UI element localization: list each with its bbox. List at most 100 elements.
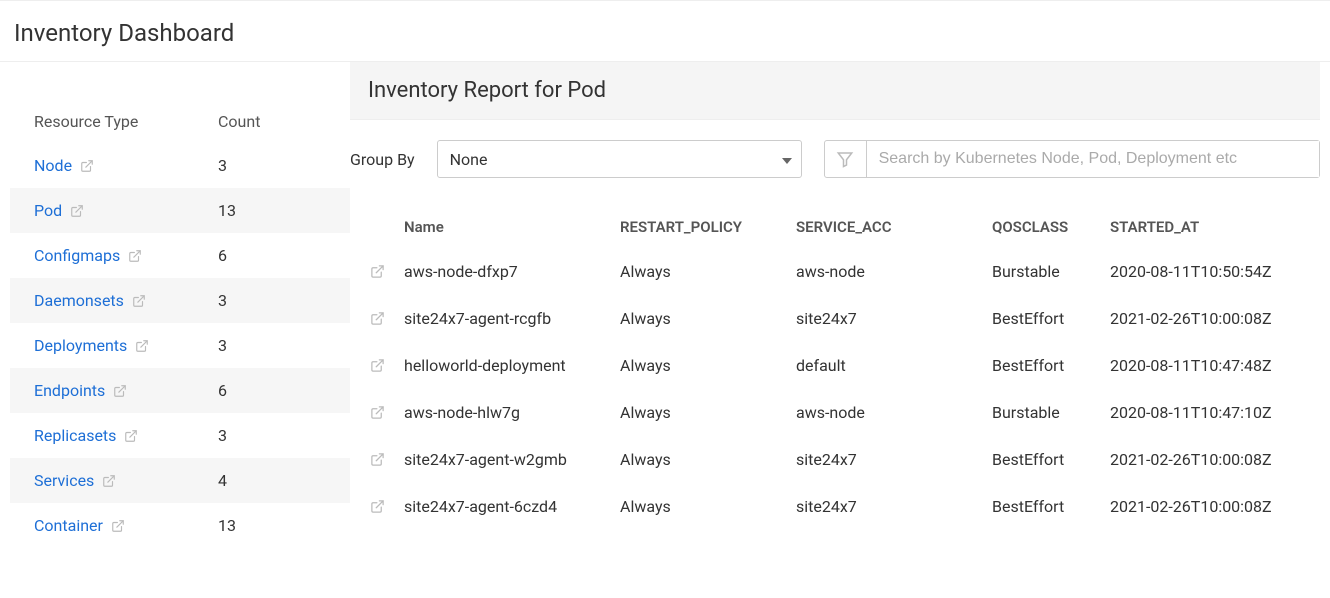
cell-started-at: 2020-08-11T10:50:54Z	[1110, 262, 1320, 281]
sidebar-item-count: 4	[218, 471, 338, 490]
cell-service-acc: site24x7	[796, 450, 992, 469]
cell-qosclass: BestEffort	[992, 356, 1110, 375]
cell-restart-policy: Always	[620, 403, 796, 422]
sidebar-item-configmaps[interactable]: Configmaps 6	[10, 233, 350, 278]
cell-name: aws-node-hlw7g	[404, 403, 620, 422]
col-restart-header[interactable]: RESTART_POLICY	[620, 218, 796, 236]
sidebar: Resource Type Count Node 3 Pod 13 Configmaps…	[10, 62, 350, 548]
sidebar-item-label: Configmaps	[34, 246, 120, 265]
external-link-icon[interactable]	[350, 264, 404, 279]
sidebar-item-count: 13	[218, 516, 338, 535]
external-link-icon	[135, 339, 149, 353]
sidebar-item-label: Replicasets	[34, 426, 116, 445]
sidebar-item-label: Services	[34, 471, 94, 490]
cell-service-acc: site24x7	[796, 497, 992, 516]
sidebar-header-count: Count	[218, 112, 338, 131]
sidebar-item-count: 3	[218, 156, 338, 175]
sidebar-item-label: Node	[34, 156, 72, 175]
external-link-icon	[113, 384, 127, 398]
cell-restart-policy: Always	[620, 497, 796, 516]
external-link-icon	[102, 474, 116, 488]
col-icon-header	[350, 218, 404, 236]
cell-service-acc: aws-node	[796, 403, 992, 422]
cell-qosclass: Burstable	[992, 403, 1110, 422]
sidebar-item-count: 3	[218, 426, 338, 445]
sidebar-item-replicasets[interactable]: Replicasets 3	[10, 413, 350, 458]
cell-qosclass: BestEffort	[992, 450, 1110, 469]
sidebar-item-services[interactable]: Services 4	[10, 458, 350, 503]
cell-name: site24x7-agent-rcgfb	[404, 309, 620, 328]
search-wrap	[824, 140, 1320, 178]
cell-name: aws-node-dfxp7	[404, 262, 620, 281]
cell-started-at: 2021-02-26T10:00:08Z	[1110, 497, 1320, 516]
main: Inventory Report for Pod Group By None	[350, 62, 1320, 548]
cell-qosclass: Burstable	[992, 262, 1110, 281]
external-link-icon	[124, 429, 138, 443]
col-service-header[interactable]: SERVICE_ACC	[796, 218, 992, 236]
group-by-label: Group By	[350, 150, 415, 169]
sidebar-item-label: Daemonsets	[34, 291, 124, 310]
cell-service-acc: aws-node	[796, 262, 992, 281]
filter-icon[interactable]	[825, 141, 867, 177]
sidebar-item-deployments[interactable]: Deployments 3	[10, 323, 350, 368]
external-link-icon[interactable]	[350, 499, 404, 514]
cell-restart-policy: Always	[620, 450, 796, 469]
cell-qosclass: BestEffort	[992, 309, 1110, 328]
cell-started-at: 2020-08-11T10:47:10Z	[1110, 403, 1320, 422]
page-title: Inventory Dashboard	[0, 0, 1330, 62]
cell-restart-policy: Always	[620, 262, 796, 281]
layout: Resource Type Count Node 3 Pod 13 Configmaps…	[0, 62, 1330, 548]
sidebar-header-type: Resource Type	[34, 112, 218, 131]
cell-name: site24x7-agent-w2gmb	[404, 450, 620, 469]
external-link-icon	[111, 519, 125, 533]
group-by-value: None	[450, 150, 488, 169]
cell-restart-policy: Always	[620, 309, 796, 328]
cell-restart-policy: Always	[620, 356, 796, 375]
cell-started-at: 2021-02-26T10:00:08Z	[1110, 309, 1320, 328]
table-row[interactable]: site24x7-agent-6czd4Alwayssite24x7BestEf…	[350, 483, 1320, 530]
sidebar-item-label: Pod	[34, 201, 62, 220]
group-by-select-wrap: None	[437, 140, 802, 178]
controls: Group By None	[350, 120, 1320, 178]
sidebar-item-count: 6	[218, 246, 338, 265]
sidebar-item-count: 6	[218, 381, 338, 400]
table: Name RESTART_POLICY SERVICE_ACC QOSCLASS…	[350, 206, 1320, 530]
search-input[interactable]	[867, 141, 1319, 177]
cell-service-acc: default	[796, 356, 992, 375]
sidebar-item-count: 13	[218, 201, 338, 220]
external-link-icon[interactable]	[350, 452, 404, 467]
table-row[interactable]: site24x7-agent-w2gmbAlwayssite24x7BestEf…	[350, 436, 1320, 483]
external-link-icon	[80, 159, 94, 173]
external-link-icon	[70, 204, 84, 218]
table-row[interactable]: helloworld-deploymentAlwaysdefaultBestEf…	[350, 342, 1320, 389]
sidebar-item-count: 3	[218, 336, 338, 355]
cell-name: helloworld-deployment	[404, 356, 620, 375]
sidebar-item-daemonsets[interactable]: Daemonsets 3	[10, 278, 350, 323]
cell-started-at: 2021-02-26T10:00:08Z	[1110, 450, 1320, 469]
col-qos-header[interactable]: QOSCLASS	[992, 218, 1110, 236]
table-row[interactable]: site24x7-agent-rcgfbAlwayssite24x7BestEf…	[350, 295, 1320, 342]
cell-service-acc: site24x7	[796, 309, 992, 328]
group-by-select[interactable]: None	[437, 140, 802, 178]
table-header: Name RESTART_POLICY SERVICE_ACC QOSCLASS…	[350, 206, 1320, 248]
sidebar-item-label: Container	[34, 516, 103, 535]
sidebar-item-pod[interactable]: Pod 13	[10, 188, 350, 233]
sidebar-item-container[interactable]: Container 13	[10, 503, 350, 548]
external-link-icon	[132, 294, 146, 308]
sidebar-item-label: Endpoints	[34, 381, 105, 400]
sidebar-item-node[interactable]: Node 3	[10, 143, 350, 188]
external-link-icon[interactable]	[350, 358, 404, 373]
sidebar-item-label: Deployments	[34, 336, 127, 355]
external-link-icon[interactable]	[350, 311, 404, 326]
sidebar-item-count: 3	[218, 291, 338, 310]
report-title: Inventory Report for Pod	[350, 62, 1320, 120]
cell-name: site24x7-agent-6czd4	[404, 497, 620, 516]
cell-qosclass: BestEffort	[992, 497, 1110, 516]
sidebar-header: Resource Type Count	[10, 102, 350, 143]
table-row[interactable]: aws-node-dfxp7Alwaysaws-nodeBurstable202…	[350, 248, 1320, 295]
table-row[interactable]: aws-node-hlw7gAlwaysaws-nodeBurstable202…	[350, 389, 1320, 436]
col-name-header[interactable]: Name	[404, 218, 620, 236]
col-started-header[interactable]: STARTED_AT	[1110, 218, 1320, 236]
sidebar-item-endpoints[interactable]: Endpoints 6	[10, 368, 350, 413]
external-link-icon[interactable]	[350, 405, 404, 420]
